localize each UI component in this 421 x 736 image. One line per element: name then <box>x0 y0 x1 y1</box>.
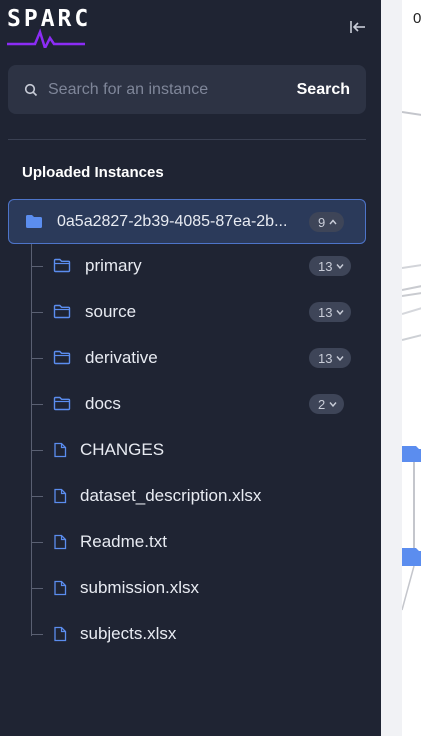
section-title: Uploaded Instances <box>22 164 164 181</box>
instance-count-badge[interactable]: 9 <box>309 212 345 232</box>
tree-file-readme[interactable]: Readme.txt <box>0 520 381 566</box>
logo-wave-icon <box>7 28 85 48</box>
file-icon <box>53 534 67 550</box>
folder-count: 13 <box>318 350 333 366</box>
folder-count-badge[interactable]: 2 <box>309 394 345 414</box>
collapse-sidebar-button[interactable] <box>346 16 370 38</box>
tree-file-label: submission.xlsx <box>80 578 200 597</box>
sidebar: SPARC Search Uploaded Instances 0a5a <box>0 0 381 736</box>
tree-folder-docs[interactable]: docs 2 <box>0 382 381 428</box>
tree-file-label: subjects.xlsx <box>80 624 177 643</box>
file-icon <box>53 626 67 642</box>
tree-file-submission[interactable]: submission.xlsx <box>0 566 381 612</box>
folder-count-badge[interactable]: 13 <box>309 256 352 276</box>
tree-folder-primary[interactable]: primary 13 <box>0 244 381 290</box>
tree-folder-label: source <box>85 302 137 321</box>
tree-folder-source[interactable]: source 13 <box>0 290 381 336</box>
divider <box>8 139 366 140</box>
tree-file-changes[interactable]: CHANGES <box>0 428 381 474</box>
tree-file-subjects[interactable]: subjects.xlsx <box>0 612 381 658</box>
tree-file-dataset-description[interactable]: dataset_description.xlsx <box>0 474 381 520</box>
collapse-left-icon <box>350 21 365 33</box>
sparc-logo: SPARC <box>7 6 97 50</box>
folder-count: 2 <box>318 396 326 412</box>
file-icon <box>53 580 67 596</box>
chevron-up-icon <box>329 219 337 225</box>
folder-filled-icon <box>25 214 43 230</box>
file-icon <box>53 488 67 504</box>
instance-label: 0a5a2827-2b39-4085-87ea-2b... <box>57 212 288 230</box>
folder-count: 13 <box>318 304 333 320</box>
folder-outline-icon <box>53 350 71 365</box>
chevron-down-icon <box>336 310 345 315</box>
tree-folder-label: docs <box>85 394 121 413</box>
search-icon <box>24 83 38 97</box>
tree-folder-derivative[interactable]: derivative 13 <box>0 336 381 382</box>
graph-canvas-surface[interactable]: 0 <box>402 0 421 736</box>
instance-row[interactable]: 0a5a2827-2b39-4085-87ea-2b... 9 <box>8 199 366 244</box>
folder-outline-icon <box>53 396 71 411</box>
instance-count: 9 <box>318 214 326 230</box>
tree-folder-label: primary <box>85 256 142 275</box>
file-icon <box>53 442 67 458</box>
graph-canvas[interactable]: 0 <box>381 0 421 736</box>
folder-outline-icon <box>53 304 71 319</box>
folder-count-badge[interactable]: 13 <box>309 348 352 368</box>
chevron-down-icon <box>329 402 337 407</box>
folder-outline-icon <box>53 258 71 273</box>
chevron-down-icon <box>336 356 345 361</box>
tree-file-label: CHANGES <box>80 440 165 459</box>
tree-file-label: dataset_description.xlsx <box>80 486 262 505</box>
chevron-down-icon <box>336 264 345 269</box>
tree-file-label: Readme.txt <box>80 532 167 551</box>
folder-count: 13 <box>318 258 333 274</box>
graph-edges <box>402 111 421 611</box>
search-button[interactable]: Search <box>297 81 350 99</box>
folder-count-badge[interactable]: 13 <box>309 302 352 322</box>
search-input[interactable] <box>48 65 297 114</box>
tree-folder-label: derivative <box>85 348 158 367</box>
search-box: Search <box>8 65 366 114</box>
